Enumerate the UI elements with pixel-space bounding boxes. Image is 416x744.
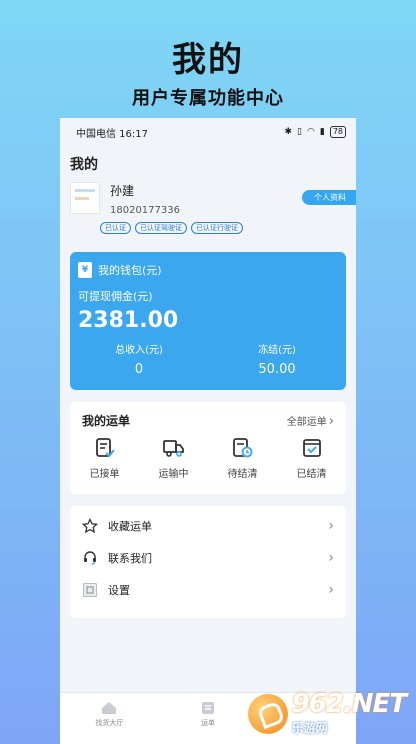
watermark-domain: .NET [342,689,407,719]
all-orders-label: 全部运单 [286,416,327,428]
menu-item-settings[interactable]: 设置 › [70,574,346,606]
promo-title: 我的 [172,40,244,80]
tab-orders[interactable]: 运单 [159,693,258,744]
tab-label: 找货大厅 [95,719,124,727]
profile-section: 孙建 18020177336 已认证 已认证驾驶证 已认证行驶证 个人资料 [60,180,356,240]
truck-icon [139,437,208,459]
order-status-label: 运输中 [158,469,189,480]
badge-vehicle-license: 已认证行驶证 [191,222,243,234]
wallet-card[interactable]: ¥ 我的钱包(元) 可提现佣金(元) 2381.00 总收入(元) 0 冻结(元… [70,252,346,390]
watermark-number: 962 [291,689,344,719]
wifi-icon: ◠ [307,127,315,137]
vibrate-icon: ▯ [297,127,302,137]
menu-item-label: 设置 [108,584,130,597]
clipboard-clock-icon [208,437,277,459]
order-status-in-transit[interactable]: 运输中 [139,437,208,480]
withdrawable-amount: 2381.00 [78,308,179,333]
headset-icon [82,550,98,566]
status-bar: 中国电信 16:17 ✱ ▯ ◠ ▮ 78 [60,118,356,146]
chevron-right-icon: › [328,518,334,534]
order-status-pending-settlement[interactable]: 待结清 [208,437,277,480]
tab-label: 运单 [201,719,215,727]
clipboard-check-icon [70,437,139,459]
order-status-label: 已接单 [89,469,120,480]
chevron-right-icon: › [328,550,334,566]
home-icon [60,701,159,715]
avatar[interactable] [70,182,100,214]
bluetooth-icon: ✱ [284,127,293,137]
wallet-title: 我的钱包(元) [98,264,162,277]
orders-title: 我的运单 [82,414,131,428]
order-status-accepted[interactable]: 已接单 [70,437,139,480]
settings-icon [82,582,98,598]
watermark-logo-icon [247,693,288,734]
settings-menu: 收藏运单 › 联系我们 › 设置 › [70,506,346,618]
site-watermark: 962.NET 乐游网 [247,689,407,736]
phone-screen: 中国电信 16:17 ✱ ▯ ◠ ▮ 78 我的 孙建 18020177336 … [60,118,356,744]
total-income: 总收入(元) 0 [70,341,208,377]
all-orders-link[interactable]: 全部运单 › [287,413,334,429]
total-income-label: 总收入(元) [115,345,163,356]
menu-item-contact-us[interactable]: 联系我们 › [70,542,346,574]
frozen-label: 冻结(元) [258,345,296,356]
menu-item-favorite-orders[interactable]: 收藏运单 › [70,510,346,542]
order-status-label: 待结清 [227,469,258,480]
order-status-settled[interactable]: 已结清 [277,437,346,480]
badge-driver-license: 已认证驾驶证 [135,222,187,234]
page-title: 我的 [70,157,98,173]
promo-subtitle: 用户专属功能中心 [132,88,284,109]
badge-verified: 已认证 [100,222,131,234]
chevron-right-icon: › [328,413,334,429]
total-income-value: 0 [134,362,144,377]
chevron-right-icon: › [328,582,334,598]
checkbox-icon [277,437,346,459]
frozen-amount: 冻结(元) 50.00 [208,341,346,377]
carrier-time: 中国电信 16:17 [76,128,148,140]
profile-name: 孙建 [110,184,135,198]
order-status-label: 已结清 [296,469,327,480]
frozen-value: 50.00 [258,362,296,377]
signal-icon: ▮ [319,127,325,137]
battery-icon: 78 [329,126,346,138]
star-icon [82,518,98,534]
status-icons: ✱ ▯ ◠ ▮ 78 [284,126,346,138]
wallet-icon: ¥ [78,262,92,278]
tab-cargo-hall[interactable]: 找货大厅 [60,693,159,744]
withdrawable-label: 可提现佣金(元) [78,290,153,303]
menu-item-label: 收藏运单 [108,520,152,533]
verification-badges: 已认证 已认证驾驶证 已认证行驶证 [100,222,243,234]
profile-details-button[interactable]: 个人资料 [302,190,356,205]
list-icon [159,701,258,715]
watermark-site: 乐游网 [291,721,328,735]
profile-phone: 18020177336 [110,205,180,216]
my-orders-card: 我的运单 全部运单 › 已接单 运输中 待结清 已结清 [70,402,346,494]
menu-item-label: 联系我们 [108,552,152,565]
